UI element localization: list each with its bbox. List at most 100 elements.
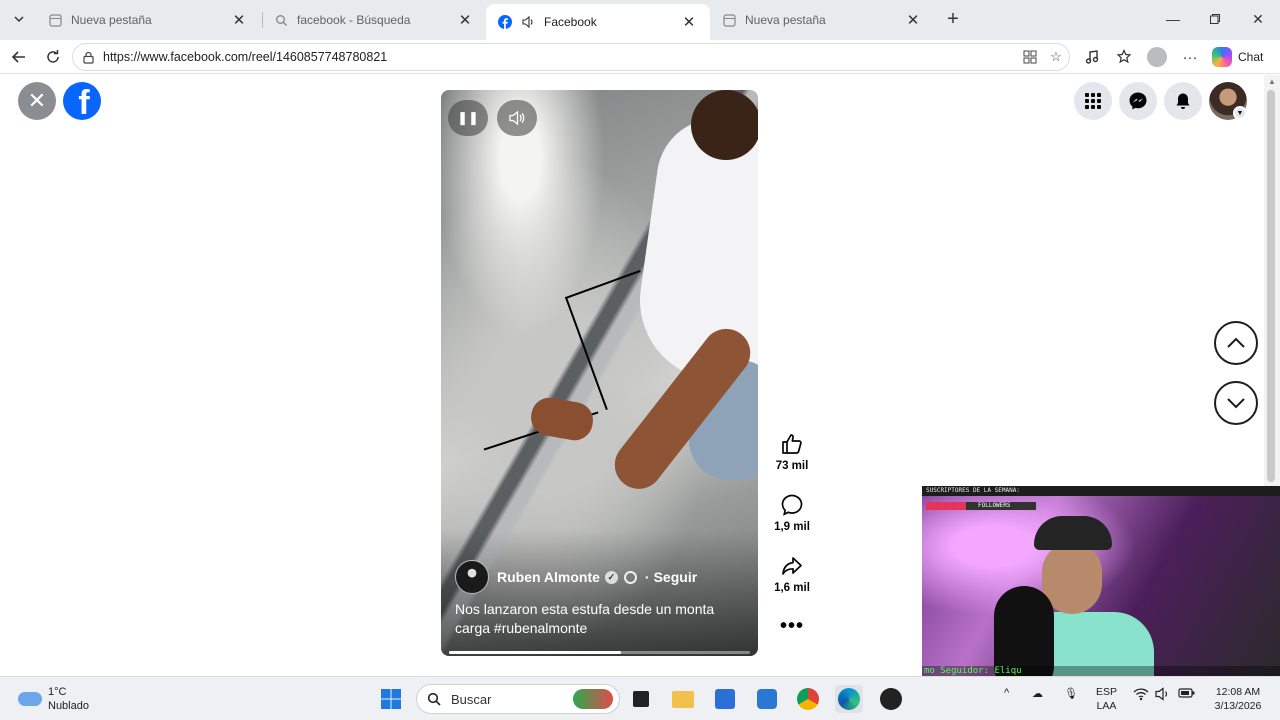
close-icon[interactable]: ✕: [904, 11, 922, 29]
obs-icon: [880, 688, 902, 710]
chevron-down-icon: [1227, 398, 1245, 409]
search-icon: [274, 13, 288, 27]
notifications-button[interactable]: [1164, 82, 1202, 120]
more-horizontal-icon: •••: [779, 614, 804, 637]
restore-button[interactable]: [1200, 6, 1230, 32]
folder-icon: [672, 690, 694, 708]
author-name[interactable]: Ruben Almonte: [497, 569, 600, 585]
reel-video[interactable]: ❚❚ Ruben Almonte ✓ · Seguir Nos lanzaron…: [441, 90, 758, 656]
streamer: [994, 516, 1154, 686]
close-window-button[interactable]: ✕: [1243, 6, 1273, 32]
video-progress-fill: [449, 651, 621, 654]
chrome-button[interactable]: [794, 685, 822, 713]
tab-nueva-pestana-2[interactable]: Nueva pestaña ✕: [710, 4, 934, 36]
facebook-f-icon: f: [78, 84, 90, 120]
store-button[interactable]: [711, 685, 739, 713]
comment-button[interactable]: 1,9 mil: [766, 491, 818, 533]
restore-icon: [1210, 14, 1220, 24]
newtab-page-icon: [722, 13, 736, 27]
tab-label: facebook - Búsqueda: [297, 13, 411, 27]
thumbs-up-icon: [776, 430, 808, 458]
copilot-chat-button[interactable]: Chat: [1212, 45, 1263, 69]
onedrive-tray-icon[interactable]: ☁: [1032, 687, 1043, 700]
clock-time: 12:08 AM: [1215, 686, 1261, 698]
comment-icon: [776, 491, 808, 519]
app-available-button[interactable]: [1017, 45, 1043, 69]
scroll-up-arrow-icon[interactable]: ▲: [1266, 77, 1278, 87]
favorites-button[interactable]: [1110, 44, 1138, 70]
refresh-button[interactable]: [40, 44, 66, 70]
cloud-icon: [18, 692, 42, 706]
author-avatar[interactable]: [455, 560, 489, 594]
language-indicator[interactable]: ESP LAA: [1096, 685, 1117, 713]
clock[interactable]: 12:08 AM 3/13/2026: [1206, 685, 1270, 713]
wifi-icon[interactable]: [1133, 687, 1149, 704]
close-reel-button[interactable]: ✕: [18, 82, 56, 120]
share-icon: [776, 552, 808, 580]
store-icon: [715, 689, 735, 709]
weather-desc: Nublado: [48, 700, 89, 712]
tab-facebook[interactable]: Facebook ✕: [486, 4, 710, 40]
menu-button[interactable]: [1074, 82, 1112, 120]
close-icon[interactable]: ✕: [456, 11, 474, 29]
tab-nueva-pestana-1[interactable]: Nueva pestaña ✕: [36, 4, 260, 36]
chevron-down-icon[interactable]: ▼: [1233, 106, 1247, 120]
task-view-icon: [633, 691, 649, 707]
music-note-icon: [1085, 50, 1099, 64]
address-bar[interactable]: https://www.facebook.com/reel/1460857748…: [72, 43, 1070, 71]
share-button[interactable]: 1,6 mil: [766, 552, 818, 594]
media-control-button[interactable]: [1078, 44, 1106, 70]
new-tab-button[interactable]: +: [940, 6, 966, 32]
stream-header: SUSCRIPTORES DE LA SEMANA:: [922, 486, 1280, 496]
bell-icon: [1176, 93, 1190, 109]
outlook-button[interactable]: [753, 685, 781, 713]
scrollbar-thumb[interactable]: [1267, 90, 1275, 482]
pause-icon: ❚❚: [457, 110, 479, 125]
battery-icon[interactable]: [1178, 687, 1196, 702]
hashtag-link[interactable]: #rubenalmonte: [494, 620, 587, 636]
previous-reel-button[interactable]: [1214, 321, 1258, 365]
task-view-button[interactable]: [627, 685, 655, 713]
next-reel-button[interactable]: [1214, 381, 1258, 425]
minimize-button[interactable]: —: [1158, 6, 1188, 32]
star-outline-icon: ☆: [1050, 49, 1062, 64]
weather-text: 1°C Nublado: [48, 685, 89, 713]
tab-actions-menu-button[interactable]: [6, 6, 32, 32]
back-button[interactable]: [6, 44, 32, 70]
like-button[interactable]: 73 mil: [766, 430, 818, 472]
show-hidden-icons-button[interactable]: ^: [1004, 687, 1009, 699]
profile-button[interactable]: [1143, 44, 1171, 70]
favorite-button[interactable]: ☆: [1043, 45, 1069, 69]
browser-toolbar: https://www.facebook.com/reel/1460857748…: [0, 40, 1280, 74]
copilot-icon: [1212, 47, 1232, 67]
chat-label: Chat: [1238, 50, 1264, 64]
tab-facebook-busqueda[interactable]: facebook - Búsqueda ✕: [262, 4, 486, 36]
close-icon[interactable]: ✕: [680, 13, 698, 31]
person-hand: [528, 394, 596, 444]
weather-widget[interactable]: 1°C Nublado: [18, 685, 89, 713]
mute-button[interactable]: [497, 100, 537, 136]
taskbar-search[interactable]: Buscar: [416, 684, 620, 714]
close-icon[interactable]: ✕: [230, 11, 248, 29]
favorites-star-icon: [1116, 49, 1132, 64]
edge-button[interactable]: [835, 685, 863, 713]
volume-icon[interactable]: [1155, 687, 1171, 704]
followers-bar-fill: [926, 502, 966, 510]
facebook-logo[interactable]: f: [63, 82, 101, 120]
start-button[interactable]: [377, 685, 405, 713]
url-text[interactable]: https://www.facebook.com/reel/1460857748…: [103, 50, 1017, 64]
settings-more-button[interactable]: ···: [1176, 44, 1204, 70]
more-options-button[interactable]: •••: [778, 614, 806, 637]
follow-button[interactable]: Seguir: [654, 569, 698, 585]
site-info-icon[interactable]: [81, 50, 95, 64]
speaker-icon[interactable]: [521, 15, 535, 29]
microphone-tray-icon[interactable]: 🎙: [1064, 687, 1078, 700]
windows-logo-icon: [381, 689, 401, 709]
pause-button[interactable]: ❚❚: [448, 100, 488, 136]
streamer-cap: [1034, 516, 1112, 550]
messenger-button[interactable]: [1119, 82, 1157, 120]
obs-button[interactable]: [877, 685, 905, 713]
refresh-icon: [47, 50, 59, 63]
speaker-icon: [509, 110, 525, 126]
file-explorer-button[interactable]: [669, 685, 697, 713]
